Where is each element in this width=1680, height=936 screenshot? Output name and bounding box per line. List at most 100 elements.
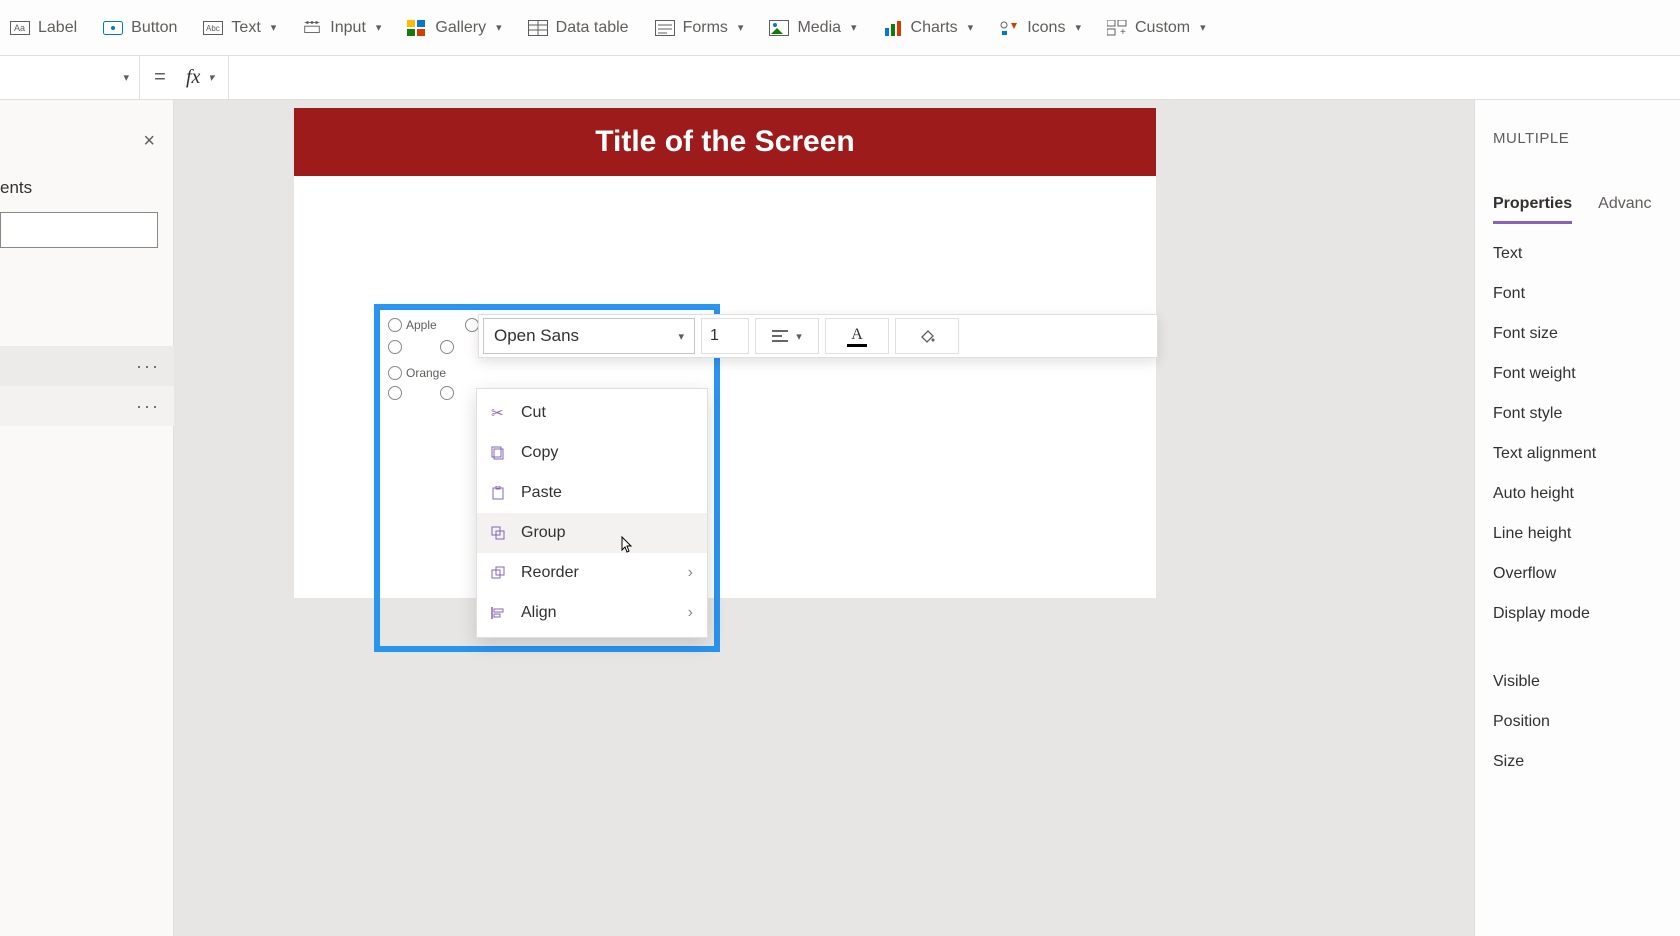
- tab-advanced[interactable]: Advanc: [1598, 195, 1651, 224]
- ribbon-media[interactable]: Media ▾: [767, 15, 858, 41]
- ribbon-text-text: Text: [231, 19, 260, 37]
- prop-overflow[interactable]: Overflow: [1493, 554, 1662, 594]
- ribbon-icons[interactable]: Icons ▾: [997, 15, 1083, 41]
- ribbon-button[interactable]: Button: [101, 15, 179, 41]
- prop-line-height[interactable]: Line height: [1493, 514, 1662, 554]
- fx-button[interactable]: fx ▾: [180, 56, 229, 99]
- float-format-toolbar: Open Sans ▾ 1 ▾ A: [478, 314, 1158, 358]
- gallery-icon: [407, 19, 427, 37]
- prop-font-weight[interactable]: Font weight: [1493, 354, 1662, 394]
- more-icon[interactable]: ···: [136, 396, 160, 417]
- handle-row: [388, 386, 454, 400]
- text-align-button[interactable]: ▾: [755, 318, 819, 354]
- menu-label: Group: [521, 524, 565, 542]
- ribbon-text[interactable]: Abc Text ▾: [201, 15, 278, 41]
- group-icon: [491, 526, 509, 540]
- selected-label-apple[interactable]: Apple: [388, 318, 479, 332]
- paint-bucket-icon: [918, 327, 936, 345]
- selected-label-orange[interactable]: Orange: [388, 366, 446, 380]
- ribbon-input-text: Input: [330, 19, 366, 37]
- ribbon-media-text: Media: [797, 19, 841, 37]
- font-select[interactable]: Open Sans ▾: [483, 318, 695, 354]
- align-left-icon: [772, 330, 788, 342]
- svg-text:Abc: Abc: [206, 24, 220, 33]
- svg-text:+: +: [1120, 27, 1126, 36]
- chevron-down-icon: ▾: [123, 71, 129, 84]
- prop-display-mode[interactable]: Display mode: [1493, 594, 1662, 634]
- ribbon-input[interactable]: Input ▾: [300, 15, 383, 41]
- prop-text[interactable]: Text: [1493, 234, 1662, 274]
- menu-label: Cut: [521, 404, 546, 422]
- screen-title[interactable]: Title of the Screen: [294, 108, 1156, 176]
- font-color-button[interactable]: A: [825, 318, 889, 354]
- ribbon-custom[interactable]: + Custom ▾: [1105, 15, 1208, 41]
- selection-handle[interactable]: [388, 340, 402, 354]
- tree-row[interactable]: ···: [0, 386, 174, 426]
- prop-text-alignment[interactable]: Text alignment: [1493, 434, 1662, 474]
- font-size-input[interactable]: 1: [701, 318, 749, 354]
- selection-handle[interactable]: [388, 366, 402, 380]
- selection-handle[interactable]: [440, 386, 454, 400]
- ribbon-button-text: Button: [131, 19, 177, 37]
- selection-handle[interactable]: [440, 340, 454, 354]
- svg-text:Aa: Aa: [14, 23, 25, 33]
- cut-icon: ✂: [491, 404, 509, 422]
- prop-font-size[interactable]: Font size: [1493, 314, 1662, 354]
- prop-visible[interactable]: Visible: [1493, 662, 1662, 702]
- copy-icon: [491, 446, 509, 460]
- menu-reorder[interactable]: Reorder ›: [477, 553, 707, 593]
- prop-size[interactable]: Size: [1493, 742, 1662, 782]
- selection-handle[interactable]: [465, 318, 479, 332]
- chevron-down-icon: ▾: [376, 21, 382, 34]
- ribbon-forms[interactable]: Forms ▾: [653, 15, 746, 41]
- property-selector[interactable]: ▾: [0, 56, 140, 99]
- prop-position[interactable]: Position: [1493, 702, 1662, 742]
- tab-properties[interactable]: Properties: [1493, 195, 1572, 224]
- more-icon[interactable]: ···: [136, 356, 160, 377]
- chevron-down-icon: ▾: [796, 330, 802, 343]
- menu-cut[interactable]: ✂ Cut: [477, 393, 707, 433]
- ribbon-datatable[interactable]: Data table: [526, 15, 631, 41]
- menu-copy[interactable]: Copy: [477, 433, 707, 473]
- align-icon: [491, 606, 509, 620]
- label-text: Apple: [406, 318, 437, 332]
- font-name: Open Sans: [494, 326, 579, 346]
- chevron-down-icon: ▾: [271, 21, 277, 34]
- menu-paste[interactable]: Paste: [477, 473, 707, 513]
- ribbon-label[interactable]: Aa Label: [8, 15, 79, 41]
- title-text: Title of the Screen: [595, 125, 855, 159]
- chevron-down-icon: ▾: [678, 330, 684, 343]
- prop-font[interactable]: Font: [1493, 274, 1662, 314]
- close-icon[interactable]: ×: [143, 130, 155, 153]
- ribbon-gallery[interactable]: Gallery ▾: [405, 15, 503, 41]
- label-icon: Aa: [10, 19, 30, 37]
- font-color-icon: A: [851, 326, 863, 344]
- context-menu: ✂ Cut Copy Paste Group Reorder ›: [476, 388, 708, 638]
- search-input[interactable]: [0, 212, 158, 248]
- button-icon: [103, 19, 123, 37]
- menu-align[interactable]: Align ›: [477, 593, 707, 633]
- fill-color-button[interactable]: [895, 318, 959, 354]
- ribbon-charts[interactable]: Charts ▾: [881, 15, 976, 41]
- prop-font-style[interactable]: Font style: [1493, 394, 1662, 434]
- selection-handle[interactable]: [388, 386, 402, 400]
- tree-row[interactable]: ···: [0, 346, 174, 386]
- ribbon-label-text: Label: [38, 19, 77, 37]
- menu-group[interactable]: Group: [477, 513, 707, 553]
- icons-icon: [999, 19, 1019, 37]
- chevron-down-icon: ▾: [851, 21, 857, 34]
- input-icon: [302, 19, 322, 37]
- ribbon-gallery-text: Gallery: [435, 19, 486, 37]
- selection-title: MULTIPLE: [1493, 130, 1662, 147]
- menu-label: Align: [521, 604, 557, 622]
- ribbon-toolbar: Aa Label Button Abc Text ▾ Input ▾ Galle…: [0, 0, 1680, 56]
- pane-heading: ents: [0, 178, 32, 198]
- charts-icon: [883, 19, 903, 37]
- fx-label: fx: [186, 66, 200, 89]
- equals-sign: =: [140, 66, 180, 89]
- mouse-cursor: [618, 536, 634, 556]
- selection-handle[interactable]: [388, 318, 402, 332]
- canvas-area: Title of the Screen Apple Orange Open Sa…: [174, 100, 1680, 936]
- formula-bar: ▾ = fx ▾: [0, 56, 1680, 100]
- prop-auto-height[interactable]: Auto height: [1493, 474, 1662, 514]
